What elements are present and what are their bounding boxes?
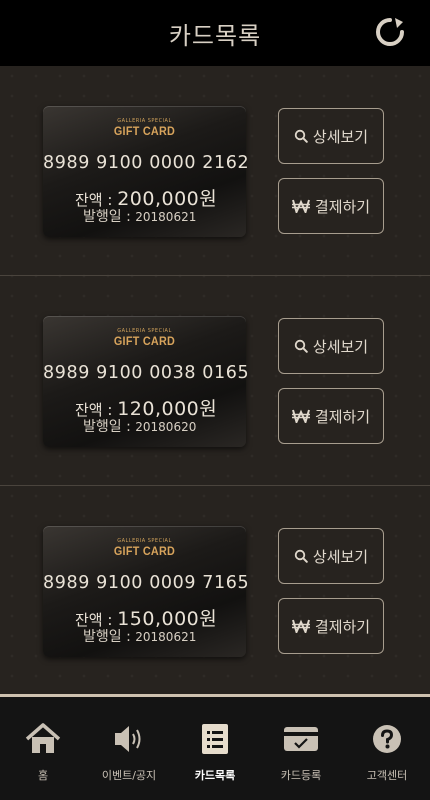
tab-label: 홈 [37,769,49,782]
issue-date-value: 20180621 [135,630,197,644]
card-register-icon [283,719,319,759]
won-icon [291,409,310,423]
pay-button-label: 결제하기 [314,197,371,216]
card-issue-date: 발행일 : 20180621 [83,626,196,646]
help-icon [371,719,403,759]
card-list[interactable]: GALLERIA SPECIAL GIFT CARD 8989 9100 000… [0,66,430,696]
card-number: 8989 9100 0000 2162 [43,153,250,173]
issue-date-value: 20180620 [135,420,197,434]
tab-customer-center[interactable]: 고객센터 [344,697,430,800]
card-brand: GIFT CARD [113,124,176,138]
card-row: GALLERIA SPECIAL GIFT CARD 8989 9100 000… [0,66,430,276]
tab-events[interactable]: 이벤트/공지 [86,697,172,800]
card-number: 8989 9100 0009 7165 [43,573,250,593]
search-icon [294,549,308,563]
issue-date-label: 발행일 : [83,209,136,225]
page-title: 카드목록 [168,21,262,50]
tab-label: 이벤트/공지 [101,769,157,782]
tab-card-list[interactable]: 카드목록 [172,697,258,800]
app-header: 카드목록 [0,0,430,66]
issue-date-label: 발행일 : [83,419,136,435]
gift-card[interactable]: GALLERIA SPECIAL GIFT CARD 8989 9100 000… [43,526,250,657]
search-icon [294,129,308,143]
speaker-icon [111,719,147,759]
won-icon [291,619,310,633]
issue-date-label: 발행일 : [83,629,136,645]
tab-label: 고객센터 [366,769,408,782]
card-issue-date: 발행일 : 20180621 [83,206,196,226]
card-row: GALLERIA SPECIAL GIFT CARD 8989 9100 000… [0,486,430,696]
pay-button[interactable]: 결제하기 [278,178,384,234]
detail-button-label: 상세보기 [312,127,369,146]
gift-card[interactable]: GALLERIA SPECIAL GIFT CARD 8989 9100 000… [43,106,250,237]
refresh-button[interactable] [372,14,408,50]
tab-home[interactable]: 홈 [0,697,86,800]
pay-button[interactable]: 결제하기 [278,598,384,654]
pay-button-label: 결제하기 [314,617,371,636]
card-issue-date: 발행일 : 20180620 [83,416,196,436]
detail-button[interactable]: 상세보기 [278,108,384,164]
detail-button[interactable]: 상세보기 [278,318,384,374]
detail-button-label: 상세보기 [312,337,369,356]
card-brand: GIFT CARD [113,334,176,348]
card-number: 8989 9100 0038 0165 [43,363,250,383]
card-row: GALLERIA SPECIAL GIFT CARD 8989 9100 003… [0,276,430,486]
detail-button-label: 상세보기 [312,547,369,566]
bottom-tab-bar: 홈 이벤트/공지 카드목록 카드등록 고객센터 [0,697,430,800]
pay-button[interactable]: 결제하기 [278,388,384,444]
tab-card-register[interactable]: 카드등록 [258,697,344,800]
won-icon [291,199,310,213]
search-icon [294,339,308,353]
tab-label: 카드등록 [280,769,322,782]
pay-button-label: 결제하기 [314,407,371,426]
card-brand: GIFT CARD [113,544,176,558]
gift-card[interactable]: GALLERIA SPECIAL GIFT CARD 8989 9100 003… [43,316,250,447]
issue-date-value: 20180621 [135,210,197,224]
detail-button[interactable]: 상세보기 [278,528,384,584]
list-icon [200,719,230,759]
home-icon [25,719,61,759]
refresh-icon [376,18,404,46]
tab-label: 카드목록 [194,769,236,782]
